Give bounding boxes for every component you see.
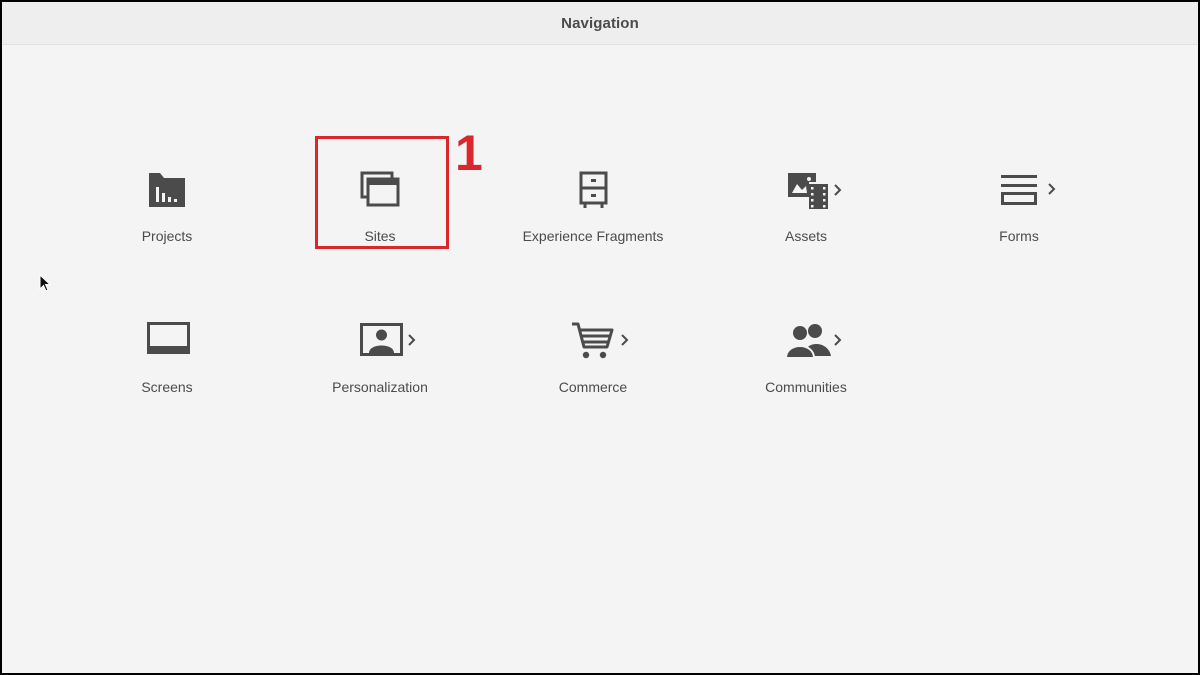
nav-tile-label: Personalization bbox=[332, 379, 428, 395]
nav-tile-label: Communities bbox=[765, 379, 847, 395]
nav-tile-forms[interactable]: Forms bbox=[919, 169, 1119, 269]
nav-tile-screens[interactable]: Screens bbox=[67, 320, 267, 420]
nav-tile-assets[interactable]: Assets bbox=[706, 169, 906, 269]
nav-tile-personalization[interactable]: Personalization bbox=[280, 320, 480, 420]
mouse-pointer-icon bbox=[39, 273, 53, 299]
forms-lines-icon bbox=[919, 169, 1119, 219]
communities-people-icon bbox=[706, 320, 906, 370]
chevron-right-icon bbox=[621, 334, 629, 346]
page-title: Navigation bbox=[561, 14, 639, 32]
nav-tile-label: Commerce bbox=[558, 379, 628, 395]
annotation-highlight-box bbox=[315, 136, 449, 249]
chevron-right-icon bbox=[834, 184, 842, 196]
nav-tile-projects[interactable]: Projects bbox=[67, 169, 267, 269]
chevron-right-icon bbox=[834, 334, 842, 346]
screens-display-icon bbox=[67, 320, 267, 370]
nav-tile-commerce[interactable]: Commerce bbox=[493, 320, 693, 420]
personalization-portrait-icon bbox=[280, 320, 480, 370]
nav-tile-label: Assets bbox=[784, 228, 827, 244]
projects-folder-icon bbox=[67, 169, 267, 219]
nav-tile-label: Screens bbox=[141, 379, 193, 395]
navigation-header: Navigation bbox=[2, 2, 1198, 45]
chevron-right-icon bbox=[1048, 183, 1056, 195]
nav-tile-label: Experience Fragments bbox=[522, 228, 664, 244]
nav-tile-communities[interactable]: Communities bbox=[706, 320, 906, 420]
annotation-number: 1 bbox=[455, 125, 483, 181]
nav-tile-label: Forms bbox=[999, 228, 1039, 244]
navigation-screen: Navigation Projects Sites Experience Fra… bbox=[2, 2, 1198, 673]
nav-tile-experience-fragments[interactable]: Experience Fragments bbox=[493, 169, 693, 269]
assets-image-film-icon bbox=[706, 169, 906, 219]
commerce-cart-icon bbox=[493, 320, 693, 370]
nav-tile-label: Projects bbox=[141, 228, 193, 244]
chevron-right-icon bbox=[408, 334, 416, 346]
experience-fragments-cabinet-icon bbox=[493, 169, 693, 219]
